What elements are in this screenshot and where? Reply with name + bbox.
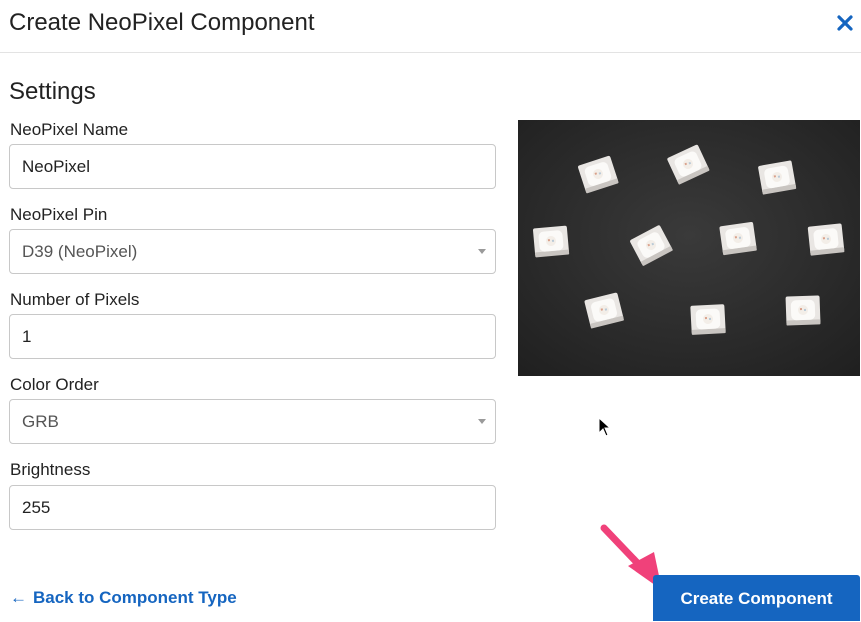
mouse-pointer-icon (598, 417, 612, 437)
neopixel-name-input[interactable] (9, 144, 496, 189)
chevron-down-icon (478, 249, 486, 254)
create-component-button[interactable]: Create Component (653, 575, 860, 621)
number-of-pixels-input[interactable] (9, 314, 496, 359)
close-button[interactable] (834, 12, 856, 34)
color-order-value: GRB (22, 412, 59, 431)
settings-heading: Settings (9, 78, 96, 105)
brightness-input[interactable] (9, 485, 496, 530)
neopixel-pin-label: NeoPixel Pin (10, 205, 108, 224)
back-to-component-type-link[interactable]: ← Back to Component Type (10, 588, 237, 608)
neopixel-name-label: NeoPixel Name (10, 120, 129, 139)
chevron-down-icon (478, 419, 486, 424)
color-order-select[interactable]: GRB (9, 399, 496, 444)
neopixel-pin-value: D39 (NeoPixel) (22, 242, 138, 261)
modal-title: Create NeoPixel Component (9, 9, 315, 36)
close-icon (837, 15, 853, 31)
arrow-left-icon: ← (10, 588, 27, 607)
number-of-pixels-label: Number of Pixels (10, 290, 140, 309)
neopixel-pin-select[interactable]: D39 (NeoPixel) (9, 229, 496, 274)
modal-header: Create NeoPixel Component (0, 0, 861, 53)
neopixel-product-image (518, 120, 860, 376)
color-order-label: Color Order (10, 375, 99, 394)
brightness-label: Brightness (10, 460, 91, 479)
back-link-label: Back to Component Type (33, 588, 237, 607)
